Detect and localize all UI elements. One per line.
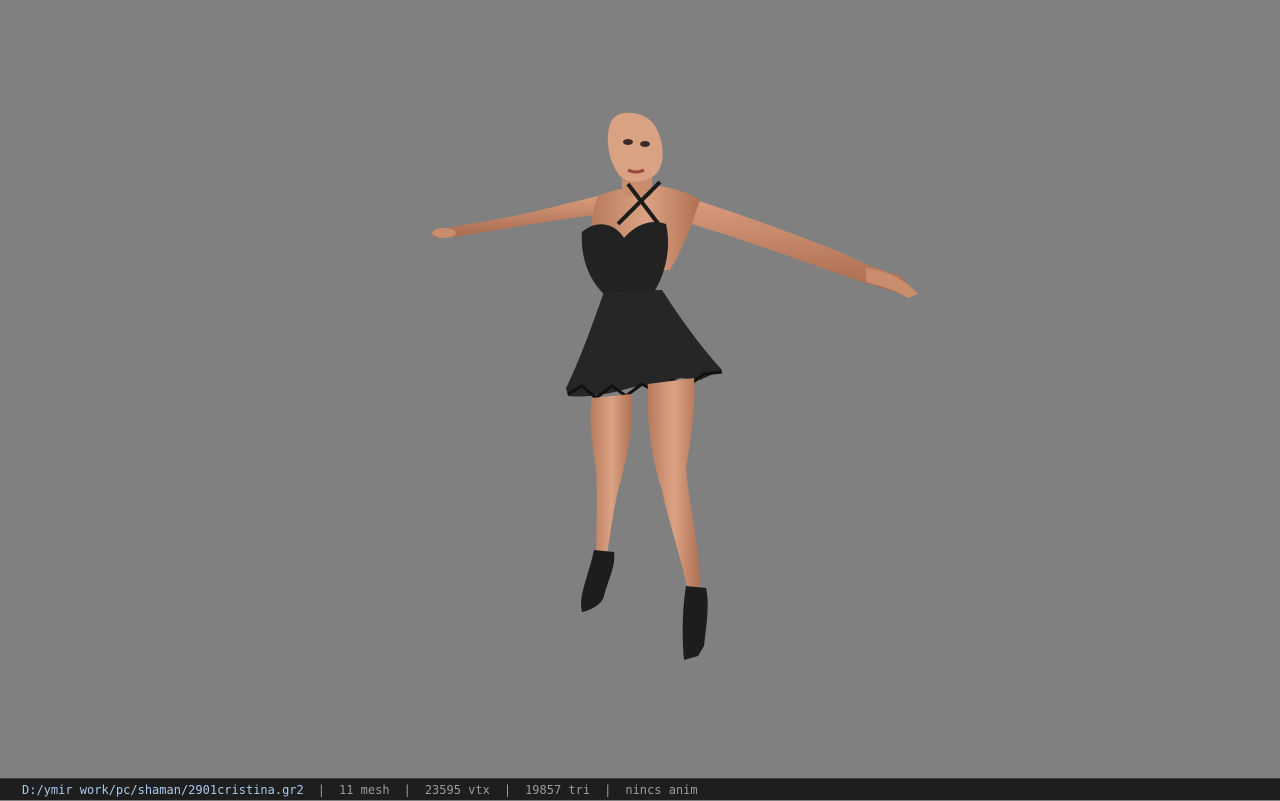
left-boot bbox=[581, 550, 615, 612]
left-leg bbox=[590, 394, 633, 560]
status-bar: D:/ymir work/pc/shaman/2901cristina.gr2 |… bbox=[0, 778, 1280, 800]
triangle-count: 19857 tri bbox=[525, 783, 591, 797]
separator: | bbox=[403, 783, 411, 797]
separator: | bbox=[604, 783, 612, 797]
separator: | bbox=[503, 783, 512, 797]
dress-skirt bbox=[566, 290, 722, 397]
separator: | bbox=[317, 783, 325, 797]
character-model bbox=[432, 112, 918, 660]
left-arm bbox=[434, 196, 604, 238]
left-hand bbox=[432, 228, 456, 238]
mesh-count: 11 mesh bbox=[339, 783, 390, 797]
right-hand bbox=[866, 268, 918, 298]
right-leg bbox=[647, 378, 700, 592]
vertex-count: 23595 vtx bbox=[424, 783, 490, 797]
file-path: D:/ymir work/pc/shaman/2901cristina.gr2 bbox=[22, 783, 304, 797]
right-boot bbox=[682, 586, 708, 660]
3d-viewport[interactable] bbox=[0, 0, 1280, 778]
animation-status: nincs anim bbox=[625, 783, 698, 797]
